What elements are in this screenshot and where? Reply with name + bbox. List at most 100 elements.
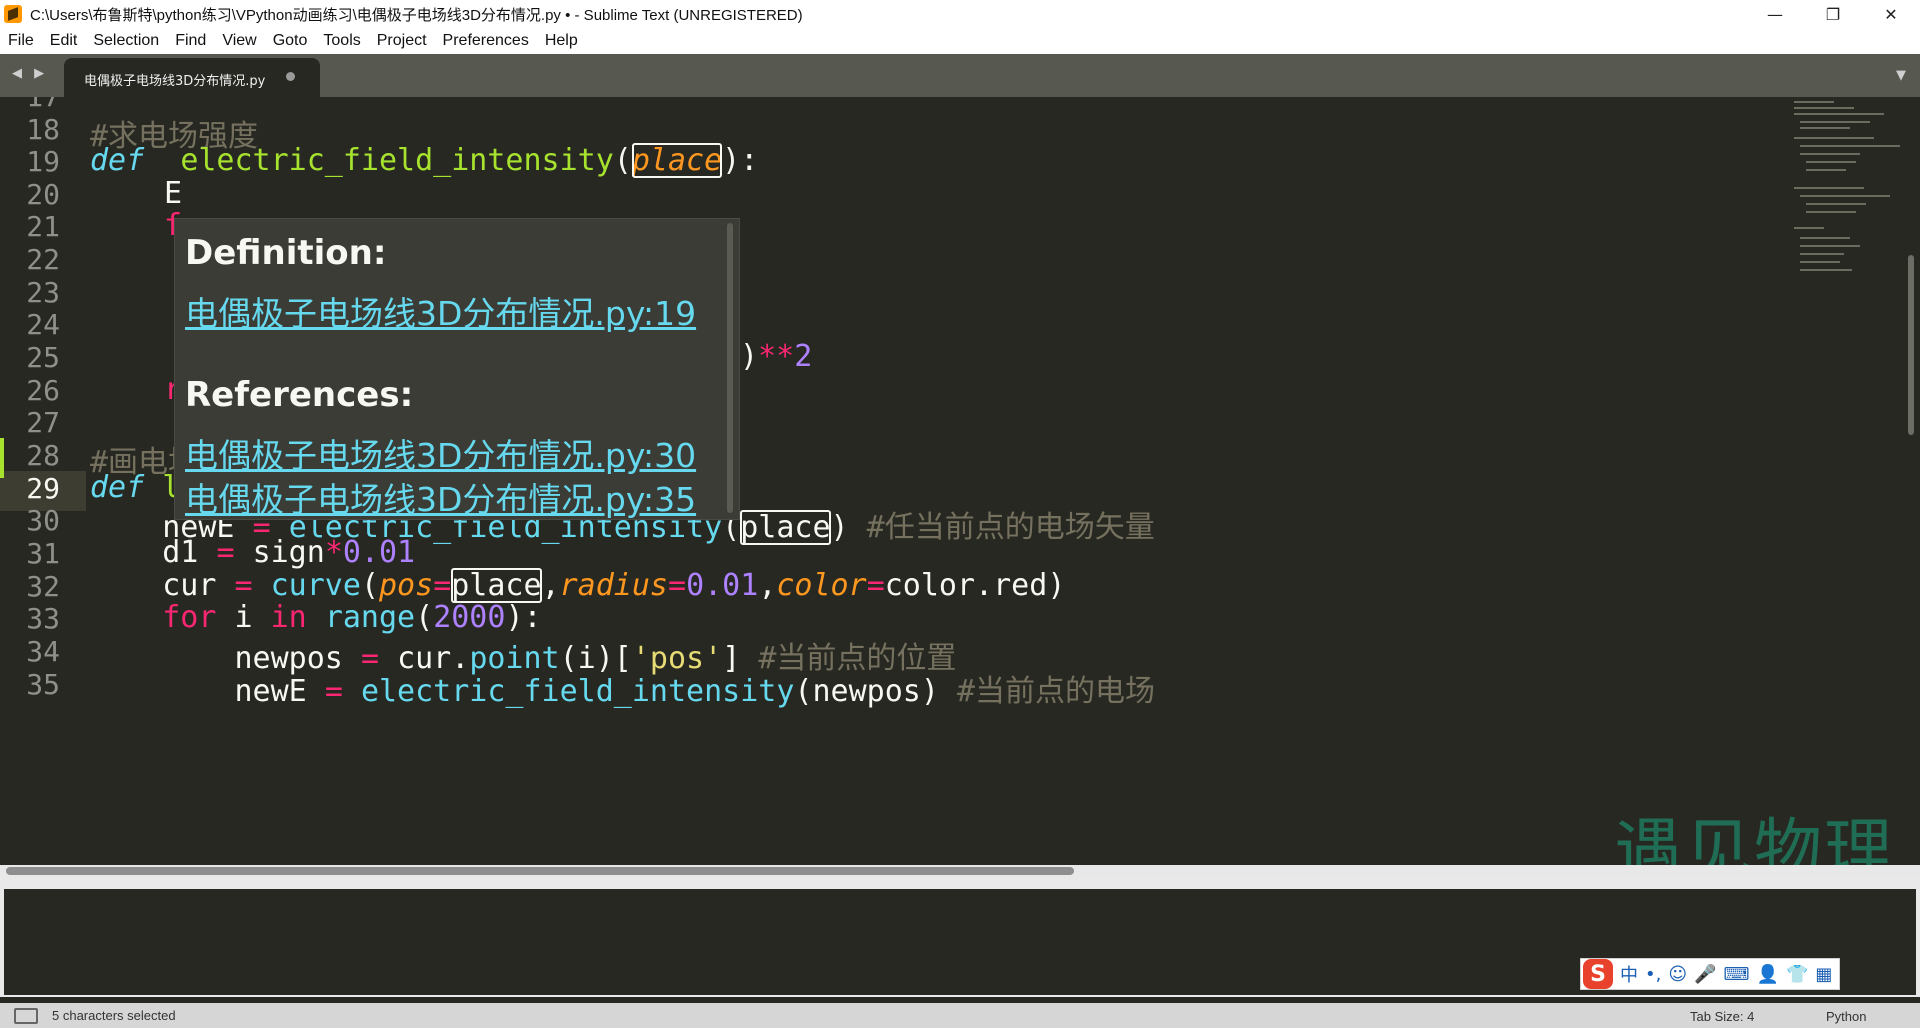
horizontal-scrollbar-thumb[interactable] [6, 867, 1074, 875]
operator: = [216, 535, 235, 570]
minimap-line [1800, 269, 1852, 271]
line-number: 18 [26, 113, 60, 146]
tab-active-file[interactable]: 电偶极子电场线3D分布情况.py [64, 58, 320, 97]
menu-tools[interactable]: Tools [315, 32, 368, 50]
number: 0.01 [342, 535, 416, 570]
punct: ) [740, 339, 759, 374]
minimap-line [1794, 113, 1884, 115]
function-name: electric_field_intensity [180, 143, 614, 178]
tab-nav-arrows-icon[interactable]: ◀ ▶ [12, 66, 48, 81]
line-number-current: 29 [26, 472, 60, 505]
minimap[interactable] [1792, 97, 1902, 857]
function-call: electric_field_intensity [360, 674, 795, 709]
line-number: 30 [26, 504, 60, 537]
vertical-scrollbar-thumb[interactable] [1908, 255, 1914, 435]
ime-skin-icon[interactable]: 👕 [1786, 964, 1808, 985]
menu-preferences[interactable]: Preferences [435, 32, 537, 50]
ime-microphone-icon[interactable]: 🎤 [1694, 964, 1716, 985]
ime-keyboard-icon[interactable]: ⌨ [1724, 964, 1750, 985]
menu-file[interactable]: File [0, 32, 42, 50]
line-number: 26 [26, 374, 60, 407]
keyword-arg: radius [559, 568, 668, 603]
punct: ( [613, 143, 632, 178]
code-line-35: newE = electric_field_intensity(newpos) … [90, 666, 1156, 710]
variable: newE [234, 674, 307, 709]
variable: d1 [162, 535, 199, 570]
code-line-31: d1 = sign*0.01 [90, 535, 415, 570]
sublime-app-icon [4, 5, 22, 23]
line-number: 27 [26, 406, 60, 439]
value: color.red [884, 568, 1048, 603]
variable: sign [252, 535, 325, 570]
code-line-25: )**2 [740, 339, 812, 374]
punct: , [541, 568, 560, 603]
line-number: 34 [26, 635, 60, 668]
code-line-20: E [164, 176, 182, 211]
watermark-text: 遇见物理 [1614, 812, 1895, 865]
window-title: C:\Users\布鲁斯特\python练习\VPython动画练习\电偶极子电… [30, 6, 803, 24]
close-button[interactable]: ✕ [1862, 0, 1920, 28]
menu-goto[interactable]: Goto [265, 32, 316, 50]
window-controls: — ❐ ✕ [1746, 0, 1920, 28]
line-number: 31 [26, 537, 60, 570]
maximize-button[interactable]: ❐ [1804, 0, 1862, 28]
menu-edit[interactable]: Edit [42, 32, 86, 50]
comment: #当前点的电场 [956, 674, 1156, 709]
ime-emoji-icon[interactable]: ☺ [1668, 964, 1687, 985]
menu-project[interactable]: Project [369, 32, 435, 50]
line-number: 35 [26, 668, 60, 701]
line-number-gutter: 17 18 19 20 21 22 23 24 25 26 27 28 29 3… [0, 97, 86, 865]
minimap-line [1806, 203, 1866, 205]
keyword-for: for [162, 600, 217, 635]
punct: ): [505, 600, 542, 635]
line-number: 23 [26, 276, 60, 309]
line-number: 22 [26, 243, 60, 276]
comment: #任当前点的电场矢量 [866, 510, 1155, 545]
status-bar: 5 characters selected Tab Size: 4 Python [0, 1003, 1920, 1028]
minimap-line [1800, 195, 1890, 197]
punct: ) [1047, 568, 1066, 603]
operator: = [324, 674, 343, 709]
selection-status: 5 characters selected [52, 1008, 176, 1023]
minimap-line [1794, 137, 1874, 139]
ime-chinese-mode-icon[interactable]: 中 [1620, 961, 1638, 987]
minimap-line [1800, 253, 1844, 255]
minimap-line [1806, 169, 1846, 171]
popup-scrollbar[interactable] [727, 223, 733, 513]
operator: = [234, 568, 253, 603]
minimap-line [1794, 107, 1854, 109]
punct: ( [415, 600, 434, 635]
menu-view[interactable]: View [214, 32, 264, 50]
ime-user-icon[interactable]: 👤 [1757, 964, 1779, 985]
keyword-in: in [270, 600, 307, 635]
line-number: 32 [26, 570, 60, 603]
function-call: curve [270, 568, 361, 603]
keyword-arg: color [776, 568, 867, 603]
ime-punctuation-icon[interactable]: •, [1645, 964, 1661, 985]
syntax-status[interactable]: Python [1826, 1009, 1866, 1024]
tab-modified-dot-icon[interactable] [286, 72, 295, 81]
keyword-arg: pos [379, 568, 434, 603]
minimap-line [1794, 101, 1834, 103]
function-call: range [324, 600, 416, 635]
menu-selection[interactable]: Selection [85, 32, 167, 50]
panel-toggle-icon[interactable] [14, 1007, 38, 1024]
sogou-logo-icon[interactable]: S [1583, 959, 1613, 989]
tab-size-status[interactable]: Tab Size: 4 [1690, 1009, 1754, 1024]
vertical-scrollbar[interactable] [1906, 97, 1916, 865]
horizontal-scrollbar[interactable] [0, 865, 1920, 877]
minimap-line [1800, 127, 1850, 129]
goto-definition-popup[interactable]: Definition: 电偶极子电场线3D分布情况.py:19 Referenc… [174, 218, 740, 520]
line-number: 19 [26, 145, 60, 178]
ime-toolbox-icon[interactable]: ▦ [1815, 964, 1832, 985]
ime-toolbar[interactable]: S 中 •, ☺ 🎤 ⌨ 👤 👕 ▦ [1580, 958, 1840, 990]
minimap-line [1800, 121, 1870, 123]
reference-link[interactable]: 电偶极子电场线3D分布情况.py:30 [185, 429, 696, 477]
reference-link[interactable]: 电偶极子电场线3D分布情况.py:35 [185, 473, 696, 521]
menu-find[interactable]: Find [167, 32, 214, 50]
definition-link[interactable]: 电偶极子电场线3D分布情况.py:19 [185, 287, 696, 335]
tab-dropdown-icon[interactable]: ▼ [1896, 68, 1906, 83]
selected-parameter: place [631, 143, 723, 178]
menu-help[interactable]: Help [537, 32, 586, 50]
minimize-button[interactable]: — [1746, 0, 1804, 28]
